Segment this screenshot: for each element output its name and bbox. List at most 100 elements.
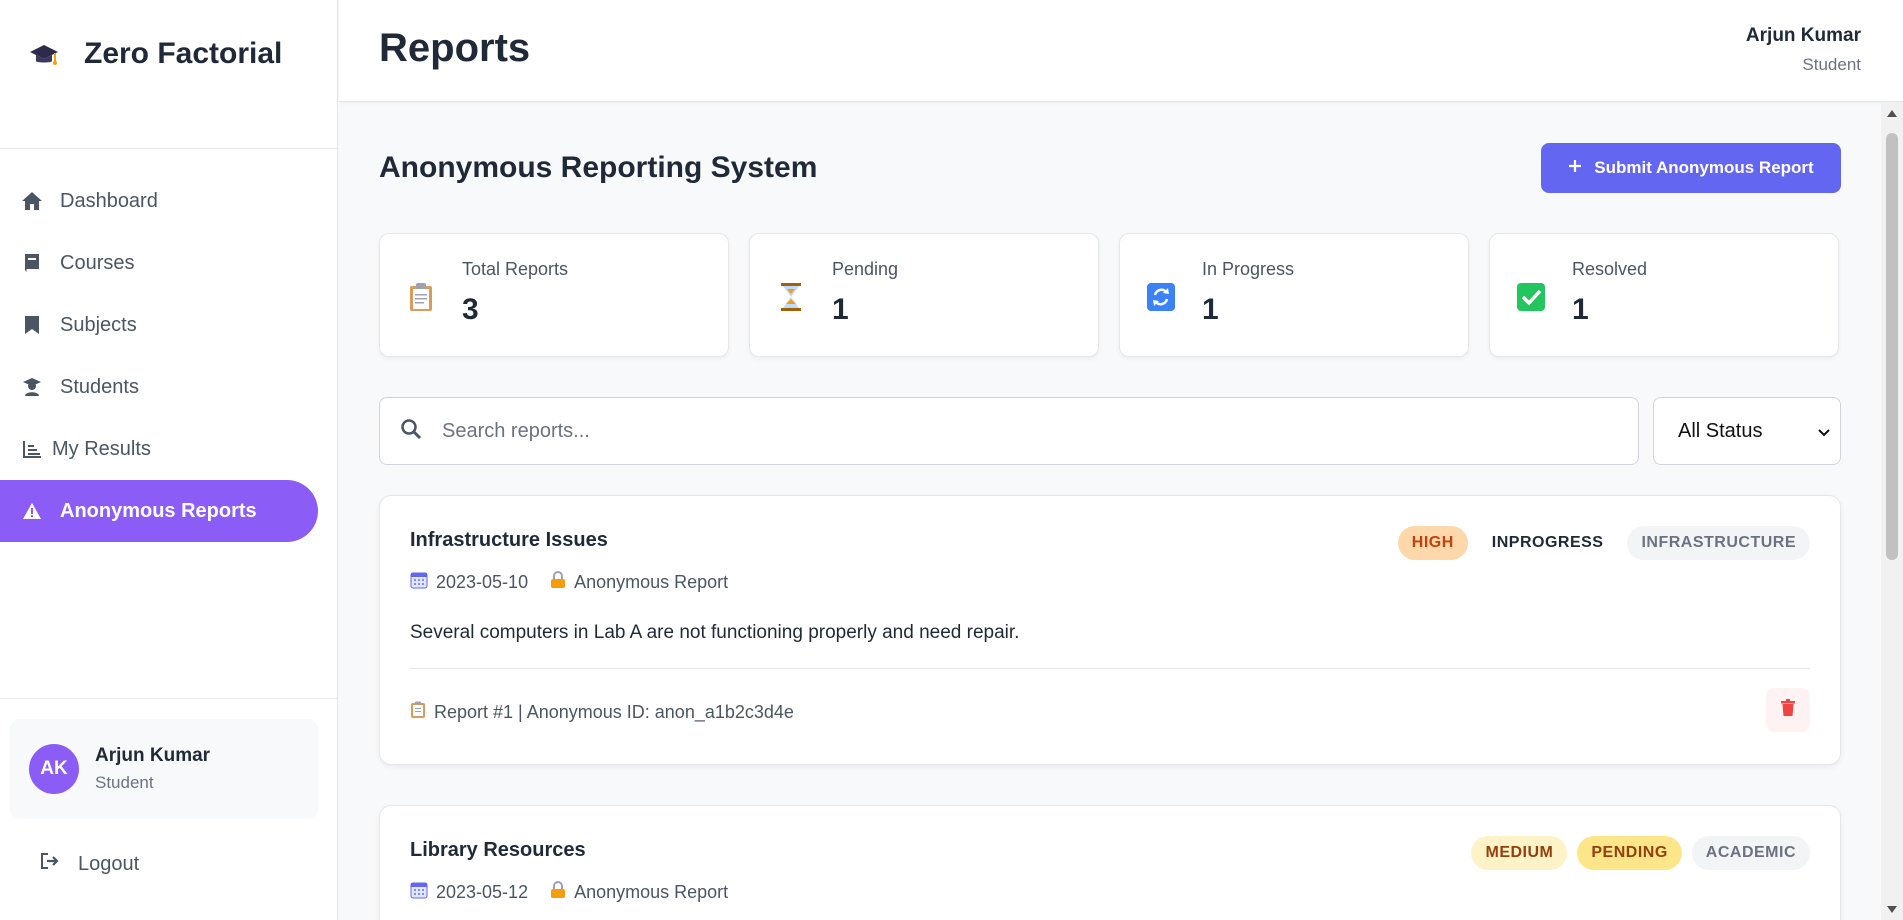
header-user-role: Student xyxy=(1802,55,1861,74)
divider xyxy=(0,148,338,149)
report-visibility: Anonymous Report xyxy=(550,881,728,904)
chart-icon xyxy=(20,437,44,461)
submit-label: Submit Anonymous Report xyxy=(1594,158,1814,177)
user-name: Arjun Kumar xyxy=(95,745,211,766)
sidebar-item-anonymous-reports[interactable]: Anonymous Reports xyxy=(0,480,318,542)
submit-anonymous-report-button[interactable]: Submit Anonymous Report xyxy=(1541,143,1841,193)
lock-icon xyxy=(550,881,566,904)
report-visibility: Anonymous Report xyxy=(550,571,728,594)
report-footer-text: Report #1 | Anonymous ID: anon_a1b2c3d4e xyxy=(434,702,794,722)
logout-icon xyxy=(40,852,60,876)
clipboard-icon xyxy=(410,701,426,724)
report-footer: Report #1 | Anonymous ID: anon_a1b2c3d4e xyxy=(410,701,794,724)
sidebar-item-label: My Results xyxy=(52,437,151,460)
status-badge: INPROGRESS xyxy=(1491,534,1604,551)
status-filter-select[interactable]: All Status xyxy=(1653,397,1841,465)
logout-label: Logout xyxy=(78,852,140,875)
check-icon xyxy=(1516,282,1546,312)
scroll-down-arrow[interactable] xyxy=(1887,906,1897,913)
report-meta: 2023-05-10 Anonymous Report xyxy=(410,571,728,594)
scroll-thumb[interactable] xyxy=(1886,133,1898,560)
sidebar-item-label: Subjects xyxy=(60,313,137,336)
plus-icon xyxy=(1568,158,1582,178)
section-title: Anonymous Reporting System xyxy=(379,151,818,184)
stat-label: Resolved xyxy=(1572,259,1648,279)
report-title: Infrastructure Issues xyxy=(410,529,608,551)
report-card: Library Resources MEDIUM PENDING ACADEMI… xyxy=(379,805,1841,920)
main-content: Anonymous Reporting System Submit Anonym… xyxy=(339,103,1881,920)
bookmark-icon xyxy=(20,313,44,337)
sidebar-item-label: Courses xyxy=(60,251,135,274)
sidebar-item-label: Dashboard xyxy=(60,189,158,212)
warning-icon xyxy=(20,499,44,523)
report-visibility-label: Anonymous Report xyxy=(574,882,729,902)
stat-label: Pending xyxy=(832,259,899,279)
report-date-value: 2023-05-12 xyxy=(436,882,529,902)
user-role: Student xyxy=(95,773,154,792)
stat-label: Total Reports xyxy=(462,259,569,279)
stat-card-pending: Pending 1 xyxy=(749,233,1099,357)
report-card: Infrastructure Issues HIGH INPROGRESS IN… xyxy=(379,495,1841,765)
report-date: 2023-05-10 xyxy=(410,571,528,594)
sidebar-item-students[interactable]: Students xyxy=(0,356,338,418)
stat-value: 3 xyxy=(462,293,479,326)
brand[interactable]: Zero Factorial xyxy=(28,34,282,74)
category-badge: ACADEMIC xyxy=(1691,836,1810,870)
report-description: Several computers in Lab A are not funct… xyxy=(410,622,1020,643)
sidebar-item-courses[interactable]: Courses xyxy=(0,232,338,294)
priority-badge: HIGH xyxy=(1397,526,1468,560)
scrollbar[interactable] xyxy=(1881,103,1903,920)
report-title: Library Resources xyxy=(410,839,586,861)
stat-card-total: Total Reports 3 xyxy=(379,233,729,357)
header-user-name: Arjun Kumar xyxy=(1745,25,1861,46)
logout-button[interactable]: Logout xyxy=(40,852,139,876)
trash-icon xyxy=(1781,699,1795,721)
report-tags: HIGH INPROGRESS INFRASTRUCTURE xyxy=(1397,526,1810,560)
report-tags: MEDIUM PENDING ACADEMIC xyxy=(1471,836,1810,870)
book-icon xyxy=(20,251,44,275)
stat-value: 1 xyxy=(1202,293,1219,326)
brand-name: Zero Factorial xyxy=(84,37,283,70)
delete-report-button[interactable] xyxy=(1766,688,1810,732)
report-date: 2023-05-12 xyxy=(410,881,528,904)
graduation-cap-icon xyxy=(28,38,60,70)
sidebar-item-label: Students xyxy=(60,375,139,398)
chevron-down-icon xyxy=(1818,420,1830,443)
priority-badge: MEDIUM xyxy=(1471,836,1568,870)
scroll-up-arrow[interactable] xyxy=(1887,110,1897,117)
stat-value: 1 xyxy=(1572,293,1589,326)
calendar-icon xyxy=(410,571,428,594)
calendar-icon xyxy=(410,881,428,904)
lock-icon xyxy=(550,571,566,594)
divider xyxy=(410,668,1810,669)
search-box xyxy=(379,397,1639,465)
report-date-value: 2023-05-10 xyxy=(436,572,529,592)
sidebar-item-my-results[interactable]: My Results xyxy=(0,418,338,480)
stat-card-in-progress: In Progress 1 xyxy=(1119,233,1469,357)
hourglass-icon xyxy=(776,282,806,312)
stat-label: In Progress xyxy=(1202,259,1295,279)
graduate-icon xyxy=(20,375,44,399)
avatar: AK xyxy=(29,744,79,794)
divider xyxy=(0,698,338,699)
stat-card-resolved: Resolved 1 xyxy=(1489,233,1839,357)
search-input[interactable] xyxy=(442,419,1592,443)
header-user[interactable]: Arjun Kumar Student xyxy=(1746,25,1861,75)
category-badge: INFRASTRUCTURE xyxy=(1627,526,1810,560)
search-icon xyxy=(400,418,422,445)
report-visibility-label: Anonymous Report xyxy=(574,572,729,592)
report-meta: 2023-05-12 Anonymous Report xyxy=(410,881,728,904)
page-title: Reports xyxy=(379,26,531,70)
header: Reports Arjun Kumar Student xyxy=(339,0,1903,102)
refresh-icon xyxy=(1146,282,1176,312)
sidebar-item-subjects[interactable]: Subjects xyxy=(0,294,338,356)
sidebar-item-label: Anonymous Reports xyxy=(60,499,257,522)
sidebar-nav: Dashboard Courses Subjects Students My R… xyxy=(0,170,338,542)
clipboard-icon xyxy=(406,282,436,312)
sidebar-item-dashboard[interactable]: Dashboard xyxy=(0,170,338,232)
sidebar: Zero Factorial Dashboard Courses Subject… xyxy=(0,0,338,920)
home-icon xyxy=(20,189,44,213)
user-card[interactable]: AK Arjun Kumar Student xyxy=(10,719,318,819)
stat-value: 1 xyxy=(832,293,849,326)
status-filter-value: All Status xyxy=(1678,419,1763,442)
